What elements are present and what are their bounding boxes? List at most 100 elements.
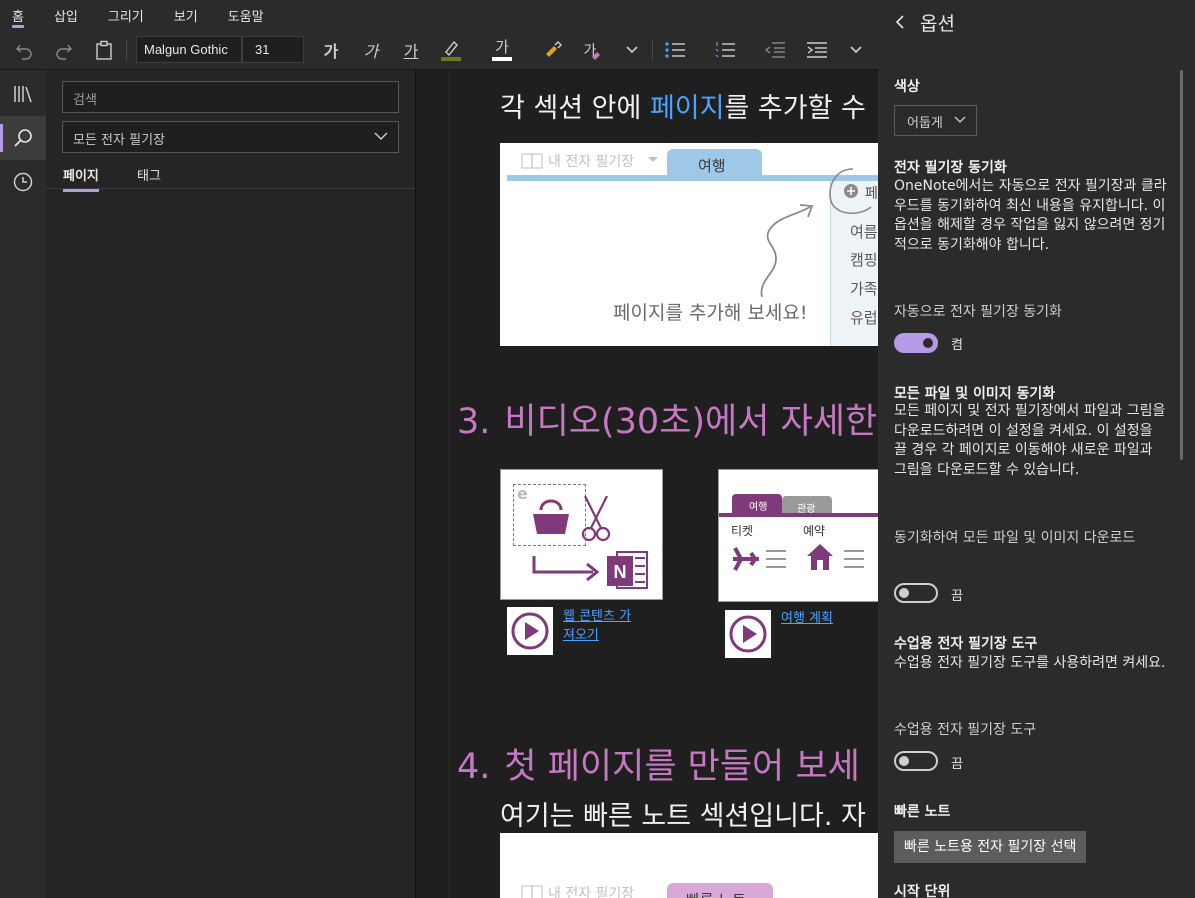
chevron-down-icon (850, 46, 862, 54)
travel-tab-label: 여행 (749, 502, 768, 513)
play-video-button[interactable] (507, 607, 553, 655)
redo-icon (56, 44, 72, 60)
chevron-down-icon (626, 46, 638, 54)
sync-toggle-state: 켬 (951, 338, 963, 353)
video-link-web-content[interactable]: 웹 콘텐츠 가져오기 (563, 607, 643, 645)
clear-format-button[interactable]: 가 (580, 36, 606, 64)
tab-tags[interactable]: 태그 (137, 165, 161, 190)
canvas-edge (449, 70, 450, 898)
video-thumbnail-travel[interactable]: 여행 관광 티켓 예약 (718, 469, 878, 602)
line1-prefix: 각 섹션 안에 (500, 93, 650, 124)
line1-suffix: 를 추가할 수 (724, 93, 866, 124)
more-format-dropdown[interactable] (620, 36, 644, 64)
chevron-down-icon (954, 116, 966, 123)
play-video-button[interactable] (725, 610, 771, 658)
class-description: 수업용 전자 필기장 도구를 사용하려면 켜세요. (894, 655, 1166, 671)
undo-icon (16, 44, 32, 60)
handbag-icon (533, 499, 569, 534)
menu-tab-draw[interactable]: 그리기 (108, 0, 144, 30)
add-page-hint: 페이지를 추가해 보세요! (613, 302, 808, 324)
decrease-indent-button[interactable] (760, 36, 790, 64)
scissors-icon (581, 496, 611, 542)
menu-tab-help[interactable]: 도움말 (228, 0, 264, 30)
heading-4-text: 첫 페이지를 만들어 보세 (504, 747, 860, 787)
house-icon (807, 544, 833, 570)
notebooks-button[interactable] (0, 72, 46, 116)
sync-toggle-label: 자동으로 전자 필기장 동기화 (894, 304, 1062, 320)
travel-col-label: 예약 (803, 524, 826, 538)
recent-notes-button[interactable] (0, 160, 46, 204)
underline-button[interactable]: 가 (398, 36, 424, 64)
format-painter-button[interactable] (540, 36, 566, 64)
bullet-list-icon (665, 42, 685, 58)
bold-button[interactable]: 가 (318, 36, 344, 64)
font-color-button[interactable]: 가 (488, 36, 516, 64)
font-color-swatch (492, 57, 512, 61)
redo-button[interactable] (50, 36, 78, 64)
video-link-travel[interactable]: 여행 계획 (781, 609, 871, 628)
italic-button[interactable]: 가 (358, 36, 384, 64)
pane-divider (46, 188, 415, 189)
cutoff-heading: 시작 단위 (894, 884, 951, 898)
illustration-notebook-label: 내 전자 필기장 (548, 886, 635, 898)
airplane-icon (733, 547, 759, 571)
highlighter-icon (441, 40, 461, 61)
highlight-button[interactable] (438, 36, 464, 64)
menu-bar: 홈 삽입 그리기 보기 도움말 (0, 0, 878, 30)
more-paragraph-dropdown[interactable] (844, 36, 868, 64)
paste-button[interactable] (90, 36, 118, 64)
color-heading: 색상 (894, 79, 920, 95)
increase-indent-button[interactable] (802, 36, 832, 64)
class-toggle-label: 수업용 전자 필기장 도구 (894, 722, 1037, 738)
files-toggle[interactable] (894, 583, 938, 603)
color-mode-value: 어둡게 (907, 116, 943, 131)
font-color-label: 가 (495, 38, 509, 56)
clock-icon (13, 172, 33, 192)
font-name-field[interactable]: Malgun Gothic (136, 36, 242, 63)
menu-tab-home[interactable]: 홈 (12, 0, 24, 30)
quick-notes-illustration: 내 전자 필기장 빠른 노트 (500, 833, 878, 898)
ribbon-separator (652, 40, 653, 60)
quick-notes-tab-label: 빠른 노트 (686, 889, 746, 898)
bullets-button[interactable] (660, 36, 690, 64)
search-input[interactable]: 검색 (62, 81, 399, 113)
line1-link[interactable]: 페이지 (650, 93, 725, 124)
search-rail-button[interactable] (0, 116, 46, 160)
chevron-down-icon (374, 132, 388, 140)
travel-tab-strip (719, 513, 878, 517)
ribbon-toolbar: Malgun Gothic 31 가 가 가 가 가 (0, 30, 878, 70)
heading-4: 4. 첫 페이지를 만들어 보세 (457, 738, 860, 789)
menu-tab-view[interactable]: 보기 (174, 0, 198, 30)
list-lines-icon (766, 550, 786, 568)
class-toggle[interactable] (894, 751, 938, 771)
illustration-notebook-chevron (648, 157, 658, 162)
page-canvas[interactable]: 각 섹션 안에 페이지를 추가할 수 내 전자 필기장 여행 페 페이지를 추가… (417, 70, 878, 898)
tab-pages[interactable]: 페이지 (63, 165, 99, 192)
sync-description: OneNote에서는 자동으로 전자 필기장과 클라우드를 동기화하여 최신 내… (894, 178, 1167, 253)
numbering-button[interactable] (710, 36, 740, 64)
undo-button[interactable] (10, 36, 38, 64)
outdent-icon (764, 42, 785, 58)
curly-arrow-icon (760, 204, 814, 298)
files-heading: 모든 파일 및 이미지 동기화 (894, 386, 1056, 402)
clipboard-icon (96, 40, 112, 60)
search-scope-select[interactable]: 모든 전자 필기장 (62, 121, 399, 153)
files-description: 모든 페이지 및 전자 필기장에서 파일과 그림을 다운로드하려면 이 설정을 … (894, 403, 1166, 478)
onenote-logo-icon: N (607, 551, 648, 589)
back-chevron-icon[interactable] (894, 12, 906, 32)
font-size-field[interactable]: 31 (242, 36, 304, 63)
class-toggle-state: 끔 (951, 757, 963, 772)
heading-3-number: 3. (457, 402, 491, 442)
options-scrollbar[interactable] (1180, 70, 1183, 460)
options-panel: 옵션 색상 어둡게 전자 필기장 동기화 OneNote에서는 자동으로 전자 … (878, 0, 1195, 898)
page-list-item: 여름 (850, 223, 878, 241)
menu-tab-insert[interactable]: 삽입 (54, 0, 78, 30)
illustration-tab-strip (507, 175, 878, 181)
list-lines-icon (844, 550, 864, 568)
page-list-item: 가족 (850, 280, 878, 298)
illustration-notebook-label: 내 전자 필기장 (548, 154, 635, 170)
quick-notes-notebook-button[interactable]: 빠른 노트용 전자 필기장 선택 (894, 831, 1087, 863)
sync-toggle[interactable] (894, 333, 938, 353)
video-thumbnail-web-content[interactable]: e N (500, 469, 663, 600)
color-mode-select[interactable]: 어둡게 (894, 105, 977, 136)
